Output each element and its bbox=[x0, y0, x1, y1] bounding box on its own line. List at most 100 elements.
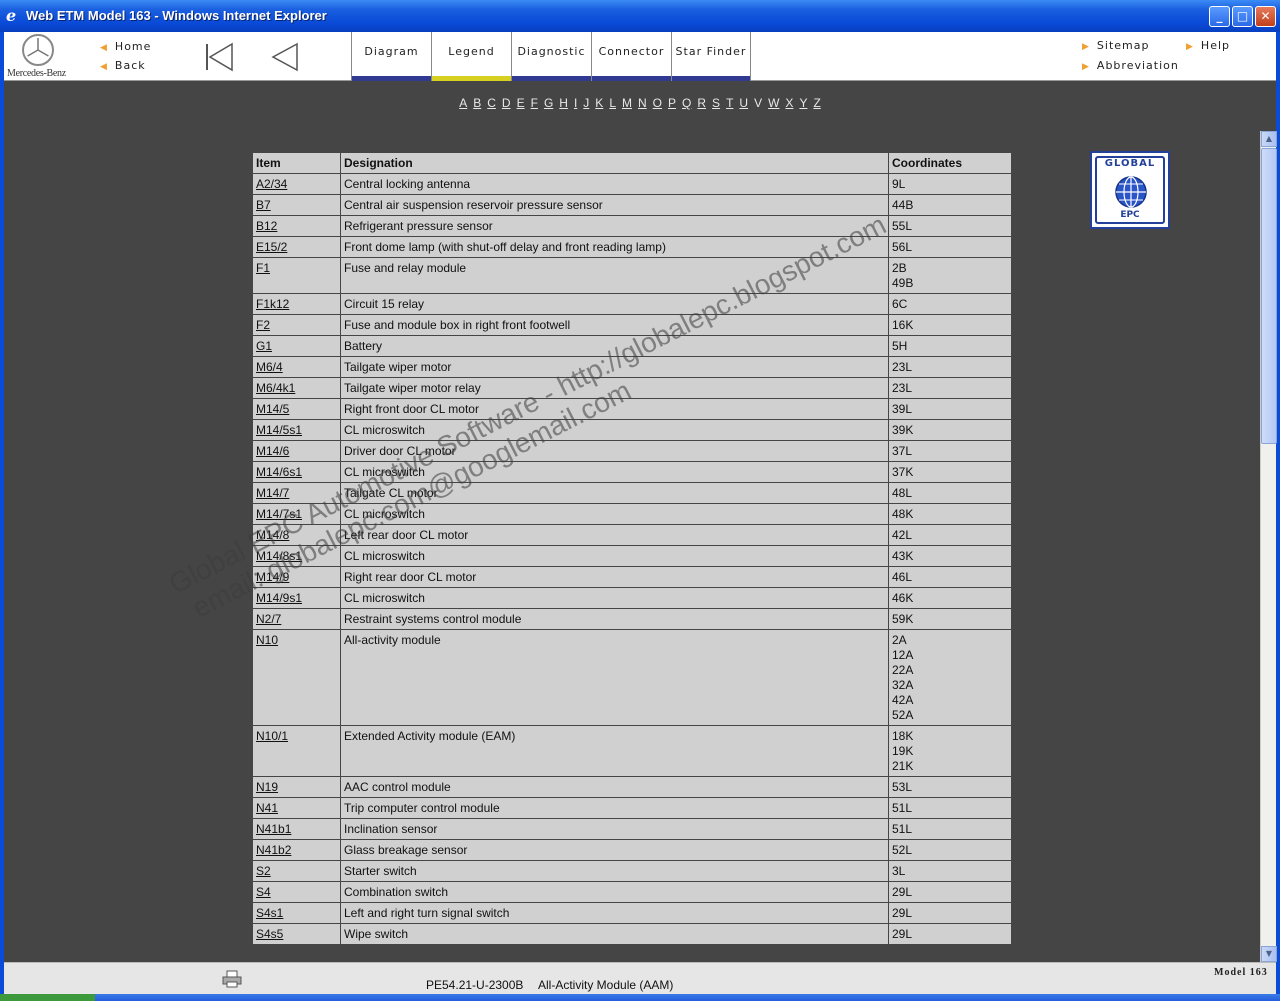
coordinates-cell: 23L bbox=[888, 356, 1012, 378]
item-link[interactable]: F2 bbox=[252, 314, 341, 336]
item-link[interactable]: N41b2 bbox=[252, 839, 341, 861]
help-link[interactable]: ▶ Help bbox=[1186, 39, 1230, 52]
maximize-button[interactable]: □ bbox=[1232, 6, 1253, 27]
printer-icon[interactable] bbox=[222, 970, 242, 988]
letter-link-n[interactable]: N bbox=[638, 96, 647, 110]
previous-page-icon[interactable] bbox=[270, 42, 300, 72]
letter-link-z[interactable]: Z bbox=[813, 96, 820, 110]
minimize-button[interactable]: _ bbox=[1209, 6, 1230, 27]
table-row: N41b2 Glass breakage sensor 52L bbox=[252, 839, 1012, 861]
arrow-right-icon: ▶ bbox=[1186, 42, 1194, 52]
item-link[interactable]: M14/9s1 bbox=[252, 587, 341, 609]
item-link[interactable]: N41 bbox=[252, 797, 341, 819]
coordinate-value: 37L bbox=[892, 444, 913, 458]
designation-cell: Tailgate wiper motor bbox=[340, 356, 889, 378]
coordinates-cell: 48L bbox=[888, 482, 1012, 504]
designation-cell: Tailgate CL motor bbox=[340, 482, 889, 504]
letter-link-w[interactable]: W bbox=[768, 96, 779, 110]
item-link[interactable]: A2/34 bbox=[252, 173, 341, 195]
item-link[interactable]: F1k12 bbox=[252, 293, 341, 315]
letter-link-m[interactable]: M bbox=[622, 96, 632, 110]
scroll-down-icon[interactable]: ▼ bbox=[1261, 946, 1277, 962]
letter-link-s[interactable]: S bbox=[712, 96, 720, 110]
coordinates-cell: 39K bbox=[888, 419, 1012, 441]
item-link[interactable]: M14/5s1 bbox=[252, 419, 341, 441]
letter-link-p[interactable]: P bbox=[668, 96, 676, 110]
letter-link-f[interactable]: F bbox=[531, 96, 538, 110]
item-link[interactable]: M6/4k1 bbox=[252, 377, 341, 399]
tab-star-finder[interactable]: Star Finder bbox=[671, 32, 751, 81]
item-link[interactable]: N19 bbox=[252, 776, 341, 798]
coordinates-cell: 2B 49B bbox=[888, 257, 1012, 294]
letter-link-l[interactable]: L bbox=[609, 96, 616, 110]
first-page-icon[interactable] bbox=[203, 42, 235, 72]
item-link[interactable]: S4s5 bbox=[252, 923, 341, 945]
sitemap-link[interactable]: ▶ Sitemap bbox=[1082, 39, 1149, 52]
designation-cell: Glass breakage sensor bbox=[340, 839, 889, 861]
item-link[interactable]: M14/6s1 bbox=[252, 461, 341, 483]
letter-link-t[interactable]: T bbox=[726, 96, 733, 110]
letter-link-e[interactable]: E bbox=[517, 96, 525, 110]
start-button[interactable] bbox=[0, 994, 95, 1001]
item-link[interactable]: M14/9 bbox=[252, 566, 341, 588]
item-link[interactable]: S2 bbox=[252, 860, 341, 882]
letter-link-u[interactable]: U bbox=[739, 96, 748, 110]
letter-link-o[interactable]: O bbox=[653, 96, 662, 110]
coordinate-value: 37K bbox=[892, 465, 914, 479]
item-link[interactable]: M14/8s1 bbox=[252, 545, 341, 567]
letter-link-b[interactable]: B bbox=[473, 96, 481, 110]
letter-link-j[interactable]: J bbox=[583, 96, 589, 110]
vertical-scrollbar[interactable]: ▲ ▼ bbox=[1260, 131, 1277, 962]
coordinates-cell: 23L bbox=[888, 377, 1012, 399]
mercedes-star-icon[interactable] bbox=[22, 34, 54, 66]
designation-cell: Extended Activity module (EAM) bbox=[340, 725, 889, 777]
item-link[interactable]: M14/7s1 bbox=[252, 503, 341, 525]
item-link[interactable]: N10/1 bbox=[252, 725, 341, 777]
tab-connector[interactable]: Connector bbox=[591, 32, 671, 81]
tab-legend[interactable]: Legend bbox=[431, 32, 511, 81]
home-link[interactable]: ◀ Home bbox=[100, 40, 151, 53]
letter-link-d[interactable]: D bbox=[502, 96, 511, 110]
scroll-thumb[interactable] bbox=[1261, 148, 1277, 444]
table-row: G1 Battery 5H bbox=[252, 335, 1012, 357]
letter-link-v[interactable]: V bbox=[754, 96, 762, 110]
item-link[interactable]: B7 bbox=[252, 194, 341, 216]
tab-diagram[interactable]: Diagram bbox=[351, 32, 431, 81]
designation-cell: Front dome lamp (with shut-off delay and… bbox=[340, 236, 889, 258]
close-button[interactable]: ✕ bbox=[1255, 6, 1276, 27]
coordinates-cell: 16K bbox=[888, 314, 1012, 336]
item-link[interactable]: N2/7 bbox=[252, 608, 341, 630]
item-link[interactable]: G1 bbox=[252, 335, 341, 357]
letter-link-g[interactable]: G bbox=[544, 96, 553, 110]
designation-cell: Combination switch bbox=[340, 881, 889, 903]
item-link[interactable]: S4s1 bbox=[252, 902, 341, 924]
coordinate-value: 32A bbox=[892, 678, 914, 692]
letter-link-i[interactable]: I bbox=[574, 96, 577, 110]
letter-link-q[interactable]: Q bbox=[682, 96, 691, 110]
tab-diagnostic[interactable]: Diagnostic bbox=[511, 32, 591, 81]
item-link[interactable]: F1 bbox=[252, 257, 341, 294]
letter-link-r[interactable]: R bbox=[697, 96, 706, 110]
item-link[interactable]: S4 bbox=[252, 881, 341, 903]
item-link[interactable]: B12 bbox=[252, 215, 341, 237]
letter-link-h[interactable]: H bbox=[559, 96, 568, 110]
item-link[interactable]: E15/2 bbox=[252, 236, 341, 258]
designation-cell: All-activity module bbox=[340, 629, 889, 726]
letter-link-x[interactable]: X bbox=[785, 96, 793, 110]
item-link[interactable]: N10 bbox=[252, 629, 341, 726]
abbreviation-link[interactable]: ▶ Abbreviation bbox=[1082, 59, 1179, 72]
item-link[interactable]: M6/4 bbox=[252, 356, 341, 378]
item-link[interactable]: N41b1 bbox=[252, 818, 341, 840]
item-link[interactable]: M14/7 bbox=[252, 482, 341, 504]
letter-link-k[interactable]: K bbox=[595, 96, 603, 110]
letter-link-a[interactable]: A bbox=[459, 96, 467, 110]
letter-link-c[interactable]: C bbox=[487, 96, 496, 110]
item-link[interactable]: M14/6 bbox=[252, 440, 341, 462]
designation-cell: AAC control module bbox=[340, 776, 889, 798]
designation-cell: Central air suspension reservoir pressur… bbox=[340, 194, 889, 216]
item-link[interactable]: M14/8 bbox=[252, 524, 341, 546]
item-link[interactable]: M14/5 bbox=[252, 398, 341, 420]
back-link[interactable]: ◀ Back bbox=[100, 59, 146, 72]
letter-link-y[interactable]: Y bbox=[799, 96, 807, 110]
scroll-up-icon[interactable]: ▲ bbox=[1261, 131, 1277, 147]
